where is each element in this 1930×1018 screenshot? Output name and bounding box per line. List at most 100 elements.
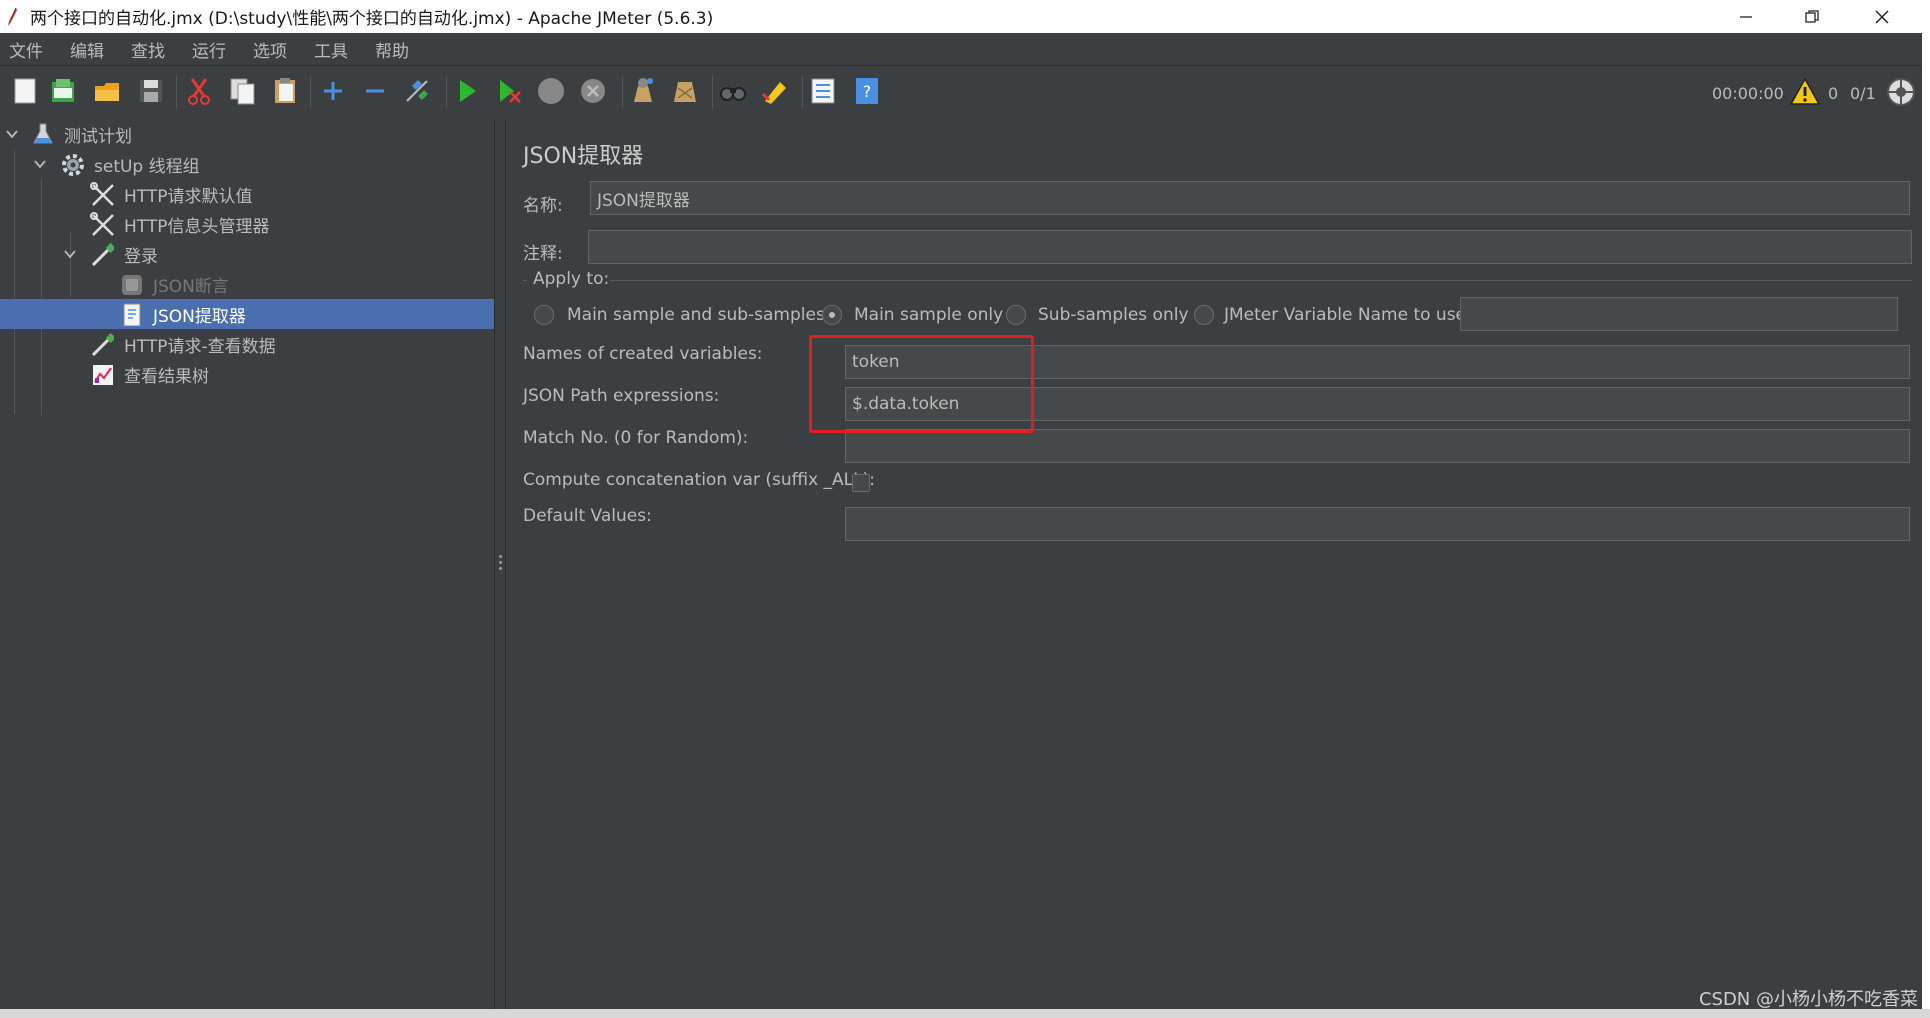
test-plan-icon	[33, 123, 53, 144]
jmeter-feather-icon	[6, 7, 18, 27]
expand-icon[interactable]	[318, 76, 348, 106]
help-icon[interactable]: ?	[852, 76, 882, 106]
close-icon	[1875, 9, 1889, 24]
open-icon[interactable]	[92, 76, 122, 106]
concat-label: Compute concatenation var (suffix _ALL):	[523, 470, 875, 490]
radio-main-and-sub-label[interactable]: Main sample and sub-samples	[567, 305, 825, 325]
split-pane-divider[interactable]	[494, 119, 506, 1009]
tree-item-json-assertion[interactable]: JSON断言	[0, 269, 494, 299]
radio-main-only[interactable]	[822, 305, 842, 325]
menu-run[interactable]: 运行	[192, 37, 226, 62]
menu-tools[interactable]: 工具	[314, 37, 348, 62]
default-values-field[interactable]	[845, 507, 1910, 541]
search-icon[interactable]	[718, 76, 748, 106]
bottom-strip	[0, 1009, 1930, 1018]
tree-item-label: 登录	[124, 246, 158, 267]
new-icon[interactable]	[10, 76, 40, 106]
radio-jmeter-variable-label[interactable]: JMeter Variable Name to use	[1224, 305, 1466, 325]
chevron-down-icon[interactable]	[33, 157, 47, 171]
group-border	[610, 280, 1912, 281]
start-icon[interactable]	[452, 76, 482, 106]
warning-icon[interactable]	[1789, 77, 1821, 107]
toolbar-separator	[446, 76, 447, 108]
window-right-edge	[1922, 0, 1930, 1018]
config-tools-icon	[90, 182, 114, 206]
panel-heading: JSON提取器	[523, 144, 644, 169]
names-label: Names of created variables:	[523, 344, 763, 364]
clear-icon[interactable]	[628, 76, 658, 106]
radio-jmeter-variable[interactable]	[1194, 305, 1214, 325]
reset-search-icon[interactable]	[760, 76, 790, 106]
extractor-icon	[123, 303, 141, 326]
tree-item-test-plan[interactable]: 测试计划	[0, 119, 494, 149]
gear-icon	[62, 154, 84, 176]
comment-label: 注释:	[523, 244, 563, 264]
stop-icon[interactable]	[536, 76, 566, 106]
tree-item-http-defaults[interactable]: HTTP请求默认值	[0, 179, 494, 209]
toolbar-separator	[802, 76, 803, 108]
tree-item-label: 测试计划	[64, 126, 132, 147]
annotation-highlight-box	[809, 335, 1034, 433]
assertion-icon	[122, 275, 142, 295]
radio-main-and-sub[interactable]	[534, 305, 554, 325]
jmeter-variable-field[interactable]	[1460, 297, 1898, 331]
tree-item-json-extractor[interactable]: JSON提取器	[0, 299, 494, 329]
minimize-button[interactable]	[1718, 0, 1774, 33]
radio-main-only-label[interactable]: Main sample only	[854, 305, 1003, 325]
tree-item-setup-thread-group[interactable]: setUp 线程组	[0, 149, 494, 179]
collapse-icon[interactable]	[360, 76, 390, 106]
paste-icon[interactable]	[270, 76, 300, 106]
templates-icon[interactable]	[48, 76, 78, 106]
config-tools-icon	[90, 212, 114, 236]
group-border	[523, 280, 527, 281]
menu-edit[interactable]: 编辑	[70, 37, 104, 62]
start-no-pause-icon[interactable]	[494, 76, 524, 106]
json-extractor-panel: JSON提取器 名称: JSON提取器 注释: Apply to: Main s…	[506, 119, 1922, 1009]
apply-to-label: Apply to:	[533, 269, 610, 289]
chevron-down-icon[interactable]	[63, 247, 77, 261]
save-icon[interactable]	[136, 76, 166, 106]
window-title: 两个接口的自动化.jmx (D:\study\性能\两个接口的自动化.jmx) …	[30, 9, 714, 29]
tree-item-label: 查看结果树	[124, 366, 209, 387]
watermark: CSDN @小杨小杨不吃香菜	[1698, 989, 1918, 1010]
cut-icon[interactable]	[184, 76, 214, 106]
toggle-icon[interactable]	[402, 76, 432, 106]
drag-handle-icon[interactable]	[499, 555, 502, 573]
function-helper-icon[interactable]	[808, 76, 838, 106]
copy-icon[interactable]	[228, 76, 258, 106]
tree-item-label: JSON提取器	[153, 306, 246, 327]
toolbar-separator	[310, 76, 311, 108]
tree-item-header-manager[interactable]: HTTP信息头管理器	[0, 209, 494, 239]
shutdown-icon[interactable]	[578, 76, 608, 106]
sampler-pipette-icon	[91, 243, 114, 266]
tree-item-label: HTTP请求默认值	[124, 186, 253, 207]
chevron-down-icon[interactable]	[5, 127, 19, 141]
concat-checkbox[interactable]	[852, 474, 870, 492]
tree-item-login[interactable]: 登录	[0, 239, 494, 269]
toolbar: ? 00:00:00 0 0/1	[0, 67, 1930, 119]
tree-item-http-view-data[interactable]: HTTP请求-查看数据	[0, 329, 494, 359]
tree-item-results-tree[interactable]: 查看结果树	[0, 359, 494, 389]
radio-sub-only[interactable]	[1006, 305, 1026, 325]
restore-button[interactable]	[1784, 0, 1840, 33]
menu-file[interactable]: 文件	[9, 37, 43, 62]
close-button[interactable]	[1854, 0, 1910, 33]
clear-all-icon[interactable]	[670, 76, 700, 106]
toolbar-separator	[712, 76, 713, 108]
name-field[interactable]: JSON提取器	[590, 181, 1910, 215]
match-no-field[interactable]	[845, 429, 1910, 463]
radio-sub-only-label[interactable]: Sub-samples only	[1038, 305, 1189, 325]
comment-field[interactable]	[588, 230, 1912, 264]
toolbar-separator	[176, 76, 177, 108]
test-plan-tree: 测试计划 setUp 线程组 HTTP请求默认值 HTTP信息头管理器 登录 J…	[0, 119, 494, 1009]
tree-item-label: HTTP请求-查看数据	[124, 336, 276, 357]
menu-options[interactable]: 选项	[253, 37, 287, 62]
menu-search[interactable]: 查找	[131, 37, 165, 62]
sampler-pipette-icon	[91, 333, 114, 356]
elapsed-time: 00:00:00	[1712, 84, 1784, 103]
match-no-label: Match No. (0 for Random):	[523, 428, 749, 448]
menu-help[interactable]: 帮助	[375, 37, 409, 62]
title-bar: 两个接口的自动化.jmx (D:\study\性能\两个接口的自动化.jmx) …	[0, 0, 1930, 33]
warning-count: 0	[1828, 84, 1839, 103]
name-label: 名称:	[523, 196, 563, 216]
